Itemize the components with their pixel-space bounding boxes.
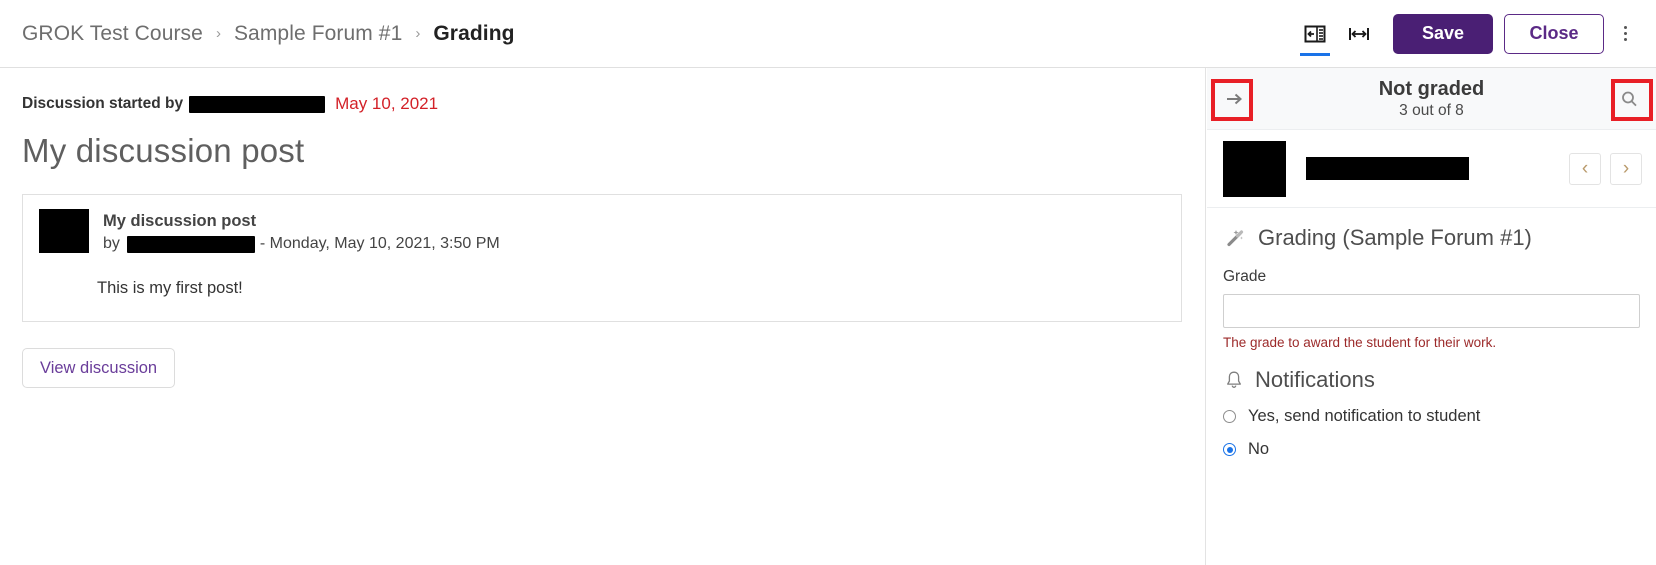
expand-width-icon-button[interactable] [1337, 9, 1381, 59]
discussion-started-label: Discussion started by [22, 95, 184, 112]
top-bar: GROK Test Course › Sample Forum #1 › Gra… [0, 0, 1656, 68]
radio-button-yes[interactable] [1223, 410, 1236, 423]
collapse-panel-icon [1304, 25, 1326, 42]
next-student-button[interactable]: › [1610, 152, 1642, 185]
discussion-started-date: May 10, 2021 [335, 94, 439, 113]
grading-panel-body: Grading (Sample Forum #1) Grade The grad… [1207, 208, 1656, 459]
arrow-right-icon [1227, 93, 1242, 104]
breadcrumb-item-grading: Grading [433, 21, 515, 45]
arrow-right-icon-button[interactable] [1217, 82, 1251, 116]
notifications-section-header: Notifications [1223, 367, 1640, 393]
kebab-dot [1623, 32, 1627, 35]
post-body: This is my first post! [97, 279, 243, 298]
grading-status: Not graded 3 out of 8 [1379, 78, 1485, 120]
kebab-dot [1623, 26, 1627, 29]
discussion-main-content: Discussion started by May 10, 2021 My di… [0, 68, 1206, 565]
status-badge: Not graded [1378, 77, 1485, 100]
redacted-post-author [126, 235, 255, 253]
page-title: My discussion post [22, 132, 305, 169]
search-icon-button[interactable] [1612, 82, 1646, 116]
status-progress-count: 3 out of 8 [1399, 101, 1464, 119]
breadcrumb: GROK Test Course › Sample Forum #1 › Gra… [0, 22, 1293, 46]
post-by-prefix: by [103, 235, 120, 253]
grading-section-header: Grading (Sample Forum #1) [1223, 225, 1640, 251]
grade-field-label: Grade [1223, 268, 1267, 285]
redacted-student-name [1306, 157, 1469, 180]
post-header: My discussion post by - Monday, May 10, … [39, 209, 1165, 253]
post-byline: by - Monday, May 10, 2021, 3:50 PM [103, 235, 500, 253]
avatar [39, 209, 89, 253]
notification-option-no[interactable]: No [1223, 440, 1640, 459]
post-title: My discussion post [103, 212, 257, 230]
collapse-panel-icon-button[interactable] [1293, 9, 1337, 59]
avatar [1223, 140, 1286, 197]
breadcrumb-item-forum[interactable]: Sample Forum #1 [234, 22, 402, 46]
post-date: - Monday, May 10, 2021, 3:50 PM [259, 235, 500, 253]
breadcrumb-separator-icon: › [215, 25, 221, 42]
redacted-author-name [189, 95, 326, 113]
kebab-menu-icon-button[interactable] [1608, 12, 1642, 56]
breadcrumb-item-course[interactable]: GROK Test Course [22, 22, 203, 46]
view-discussion-button[interactable]: View discussion [22, 348, 176, 388]
breadcrumb-separator-icon: › [415, 25, 421, 42]
notifications-section-title: Notifications [1255, 367, 1375, 392]
toolbar-actions: Save Close [1293, 9, 1656, 59]
grading-panel: Not graded 3 out of 8 ‹ › Grading (Sampl… [1207, 68, 1656, 565]
active-tab-indicator [1300, 52, 1330, 56]
post-meta: My discussion post by - Monday, May 10, … [103, 209, 500, 253]
bell-icon [1227, 371, 1241, 388]
notification-option-yes-label: Yes, send notification to student [1248, 407, 1481, 425]
grading-panel-header: Not graded 3 out of 8 [1207, 68, 1656, 130]
magic-wand-icon [1227, 230, 1244, 247]
save-button[interactable]: Save [1393, 13, 1493, 54]
previous-student-button[interactable]: ‹ [1569, 152, 1601, 185]
notification-option-yes[interactable]: Yes, send notification to student [1223, 407, 1640, 426]
grading-section-title: Grading (Sample Forum #1) [1258, 225, 1532, 250]
discussion-started-line: Discussion started by May 10, 2021 [22, 94, 1183, 114]
student-selector-row: ‹ › [1207, 130, 1656, 208]
notification-option-no-label: No [1248, 440, 1270, 458]
close-button[interactable]: Close [1504, 13, 1604, 54]
expand-width-icon [1349, 27, 1369, 40]
radio-button-no[interactable] [1223, 443, 1236, 456]
grading-page: GROK Test Course › Sample Forum #1 › Gra… [0, 0, 1656, 565]
student-nav-buttons: ‹ › [1569, 152, 1642, 185]
kebab-dot [1623, 38, 1627, 41]
grade-help-text: The grade to award the student for their… [1223, 335, 1497, 350]
discussion-post-card: My discussion post by - Monday, May 10, … [22, 194, 1182, 322]
search-icon [1622, 91, 1637, 106]
grade-input[interactable] [1223, 294, 1640, 328]
